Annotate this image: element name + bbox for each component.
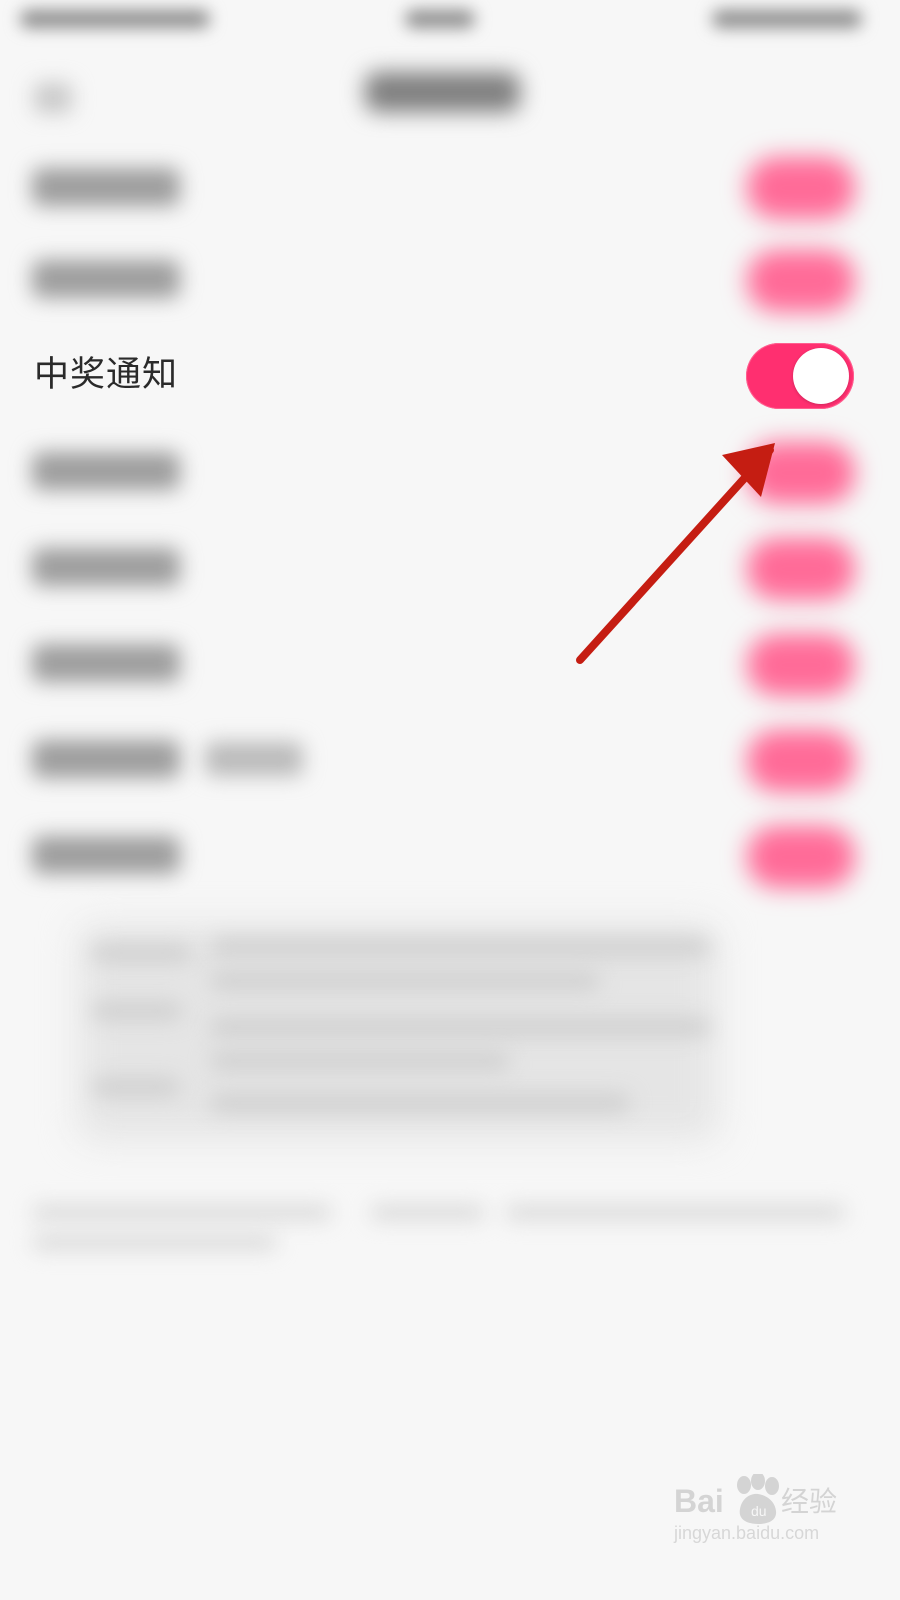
svg-text:du: du <box>751 1503 767 1519</box>
blurred-status-center <box>405 10 475 28</box>
blurred-toggle[interactable] <box>747 826 855 888</box>
blurred-footer-line <box>32 1205 332 1220</box>
watermark-url: jingyan.baidu.com <box>674 1523 820 1543</box>
blurred-toggle[interactable] <box>747 157 855 219</box>
blurred-setting-sublabel <box>205 742 303 776</box>
blurred-info-line <box>210 938 710 956</box>
blurred-setting-label <box>32 644 180 682</box>
blurred-info-line <box>92 1078 180 1096</box>
blurred-info-line <box>92 944 192 962</box>
blurred-info-line <box>92 1002 182 1020</box>
blurred-setting-row[interactable] <box>0 236 900 332</box>
watermark-suffix: 经验 <box>781 1485 838 1518</box>
blurred-page-title <box>365 72 520 112</box>
blurred-setting-label <box>32 548 180 586</box>
blurred-setting-label <box>32 260 180 298</box>
baidu-jingyan-watermark: Bai du 经验 jingyan.baidu.com <box>674 1474 864 1564</box>
toggle-knob <box>793 348 849 404</box>
blurred-setting-label <box>32 836 180 874</box>
blurred-setting-row[interactable] <box>0 808 900 904</box>
blurred-status-left <box>20 10 210 28</box>
blurred-footer-line <box>32 1235 277 1250</box>
winning-notification-label: 中奖通知 <box>34 355 179 395</box>
annotation-arrow-icon <box>576 443 775 664</box>
status-bar <box>0 0 900 44</box>
blurred-setting-label <box>32 740 180 778</box>
blurred-info-line <box>210 972 600 990</box>
blurred-toggle[interactable] <box>747 250 855 312</box>
blurred-info-line <box>210 1018 710 1036</box>
blurred-setting-row[interactable] <box>0 140 900 236</box>
blurred-setting-label <box>32 452 180 490</box>
blurred-status-right <box>712 10 862 28</box>
blurred-back-button[interactable] <box>34 83 72 113</box>
blurred-setting-row[interactable] <box>0 712 900 808</box>
paw-icon: du <box>737 1474 779 1524</box>
blurred-footer-line <box>505 1205 845 1220</box>
blurred-info-line <box>210 1052 510 1070</box>
blurred-toggle[interactable] <box>747 730 855 792</box>
blurred-setting-label <box>32 168 180 206</box>
blurred-footer-line <box>370 1205 485 1220</box>
blurred-info-line <box>210 1094 630 1112</box>
watermark-brand: Bai <box>674 1483 724 1519</box>
winning-notification-toggle[interactable] <box>746 343 854 409</box>
